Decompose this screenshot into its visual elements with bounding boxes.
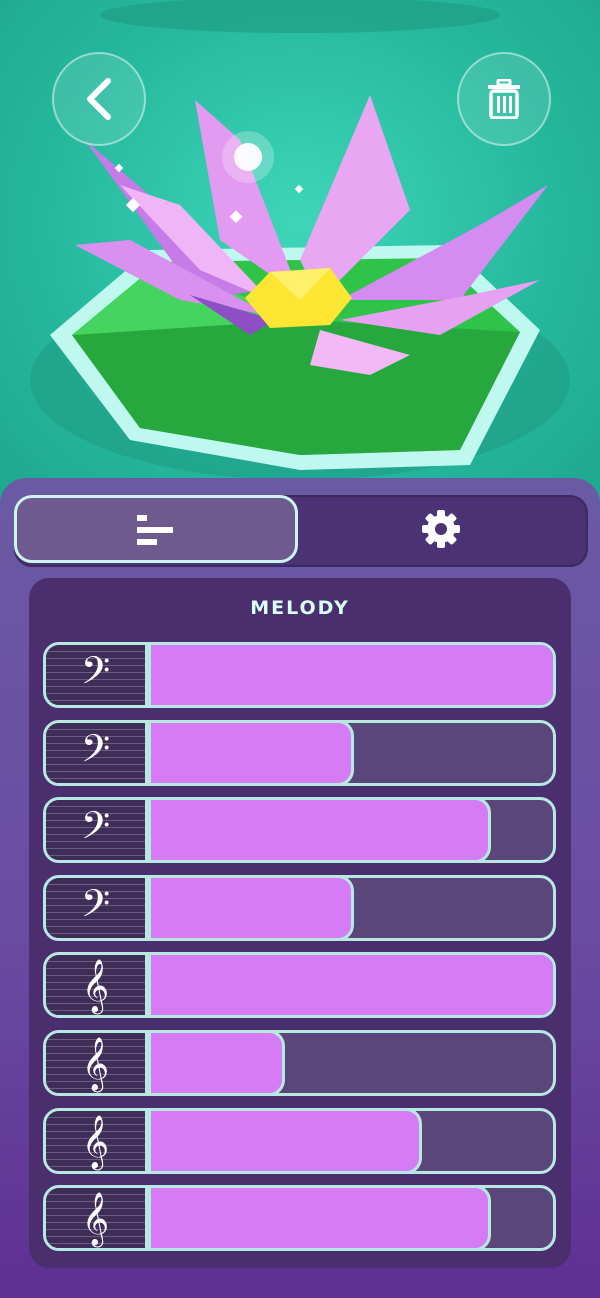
volume-fill-slider[interactable] — [148, 955, 553, 1015]
back-button[interactable] — [52, 52, 146, 146]
volume-fill-slider[interactable] — [148, 1111, 422, 1171]
staff-cell: 𝄞 — [46, 1033, 148, 1093]
treble-clef-icon: 𝄞 — [81, 1114, 110, 1168]
bass-clef-icon: 𝄢 — [80, 648, 111, 702]
track-row[interactable]: 𝄢 — [43, 875, 556, 941]
treble-clef-icon: 𝄞 — [81, 958, 110, 1012]
bass-clef-icon: 𝄢 — [80, 803, 111, 857]
track-row[interactable]: 𝄢 — [43, 797, 556, 863]
bars-icon — [137, 515, 173, 545]
volume-fill-slider[interactable] — [148, 878, 354, 938]
bass-clef-icon: 𝄢 — [80, 881, 111, 935]
staff-cell: 𝄞 — [46, 955, 148, 1015]
treble-clef-icon: 𝄞 — [81, 1036, 110, 1090]
tab-tracks[interactable] — [14, 495, 298, 563]
track-row[interactable]: 𝄢 — [43, 720, 556, 786]
melody-title: MELODY — [250, 597, 350, 619]
volume-fill-slider[interactable] — [148, 1033, 285, 1093]
staff-cell: 𝄞 — [46, 1111, 148, 1171]
staff-cell: 𝄢 — [46, 878, 148, 938]
volume-fill-slider[interactable] — [148, 800, 491, 860]
tab-settings[interactable] — [300, 497, 582, 561]
gear-icon — [422, 510, 460, 548]
volume-fill-slider[interactable] — [148, 1188, 491, 1248]
staff-cell: 𝄢 — [46, 645, 148, 705]
track-row[interactable]: 𝄞 — [43, 1185, 556, 1251]
volume-fill-slider[interactable] — [148, 723, 354, 783]
delete-button[interactable] — [457, 52, 551, 146]
track-row[interactable]: 𝄢 — [43, 642, 556, 708]
track-row[interactable]: 𝄞 — [43, 952, 556, 1018]
track-row[interactable]: 𝄞 — [43, 1108, 556, 1174]
staff-cell: 𝄢 — [46, 800, 148, 860]
treble-clef-icon: 𝄞 — [81, 1191, 110, 1245]
trash-icon — [488, 79, 520, 119]
chevron-left-icon — [87, 78, 111, 120]
volume-fill-slider[interactable] — [148, 645, 553, 705]
bass-clef-icon: 𝄢 — [80, 726, 111, 780]
staff-cell: 𝄢 — [46, 723, 148, 783]
staff-cell: 𝄞 — [46, 1188, 148, 1248]
track-row[interactable]: 𝄞 — [43, 1030, 556, 1096]
